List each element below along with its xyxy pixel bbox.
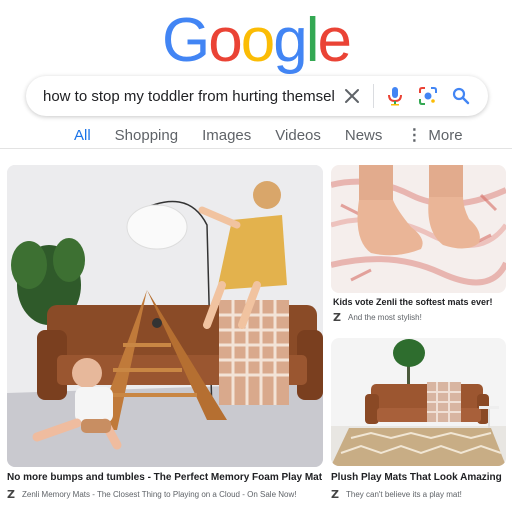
tab-videos[interactable]: Videos	[275, 124, 321, 146]
close-icon[interactable]	[341, 85, 363, 107]
result-source-text: Zenli Memory Mats - The Closest Thing to…	[21, 490, 297, 499]
result-title[interactable]: No more bumps and tumbles - The Perfect …	[7, 472, 322, 483]
google-logo[interactable]: Google	[0, 6, 512, 76]
logo-letter: o	[208, 6, 243, 75]
result-source[interactable]: Z They can't believe its a play mat!	[331, 488, 462, 501]
logo-letter: l	[305, 6, 320, 75]
logo-letter: G	[162, 6, 210, 75]
microphone-icon[interactable]	[384, 85, 406, 107]
search-divider	[373, 84, 374, 108]
zenli-logo: Z	[333, 311, 341, 324]
result-image[interactable]	[331, 165, 506, 293]
zenli-logo: Z	[7, 488, 15, 501]
result-source[interactable]: Z Zenli Memory Mats - The Closest Thing …	[7, 488, 296, 501]
logo-letter: e	[317, 6, 352, 75]
lens-icon[interactable]	[417, 85, 439, 107]
result-title[interactable]: Plush Play Mats That Look Amazing	[331, 472, 502, 483]
logo-letter: o	[240, 6, 276, 75]
search-bar[interactable]: how to stop my toddler from hurting them…	[26, 76, 488, 116]
more-vert-icon: ⋮	[406, 127, 423, 144]
result-source-text: They can't believe its a play mat!	[345, 490, 462, 499]
result-source[interactable]: Z And the most stylish!	[333, 311, 422, 324]
tabs-divider	[0, 148, 512, 149]
logo-letter: g	[273, 6, 308, 75]
search-input[interactable]: how to stop my toddler from hurting them…	[43, 88, 335, 105]
tab-news[interactable]: News	[345, 124, 383, 146]
tab-images[interactable]: Images	[202, 124, 251, 146]
result-image[interactable]	[331, 338, 506, 466]
tab-more-label: More	[428, 126, 463, 144]
result-source-text: And the most stylish!	[347, 313, 422, 322]
result-image[interactable]	[7, 165, 323, 467]
search-icon[interactable]	[450, 85, 472, 107]
tab-all[interactable]: All	[74, 124, 91, 146]
result-title[interactable]: Kids vote Zenli the softest mats ever!	[333, 297, 493, 307]
tab-shopping[interactable]: Shopping	[115, 124, 178, 146]
tab-more[interactable]: ⋮ More	[406, 124, 462, 146]
search-tabs: All Shopping Images Videos News ⋮ More	[74, 124, 487, 146]
zenli-logo: Z	[331, 488, 339, 501]
